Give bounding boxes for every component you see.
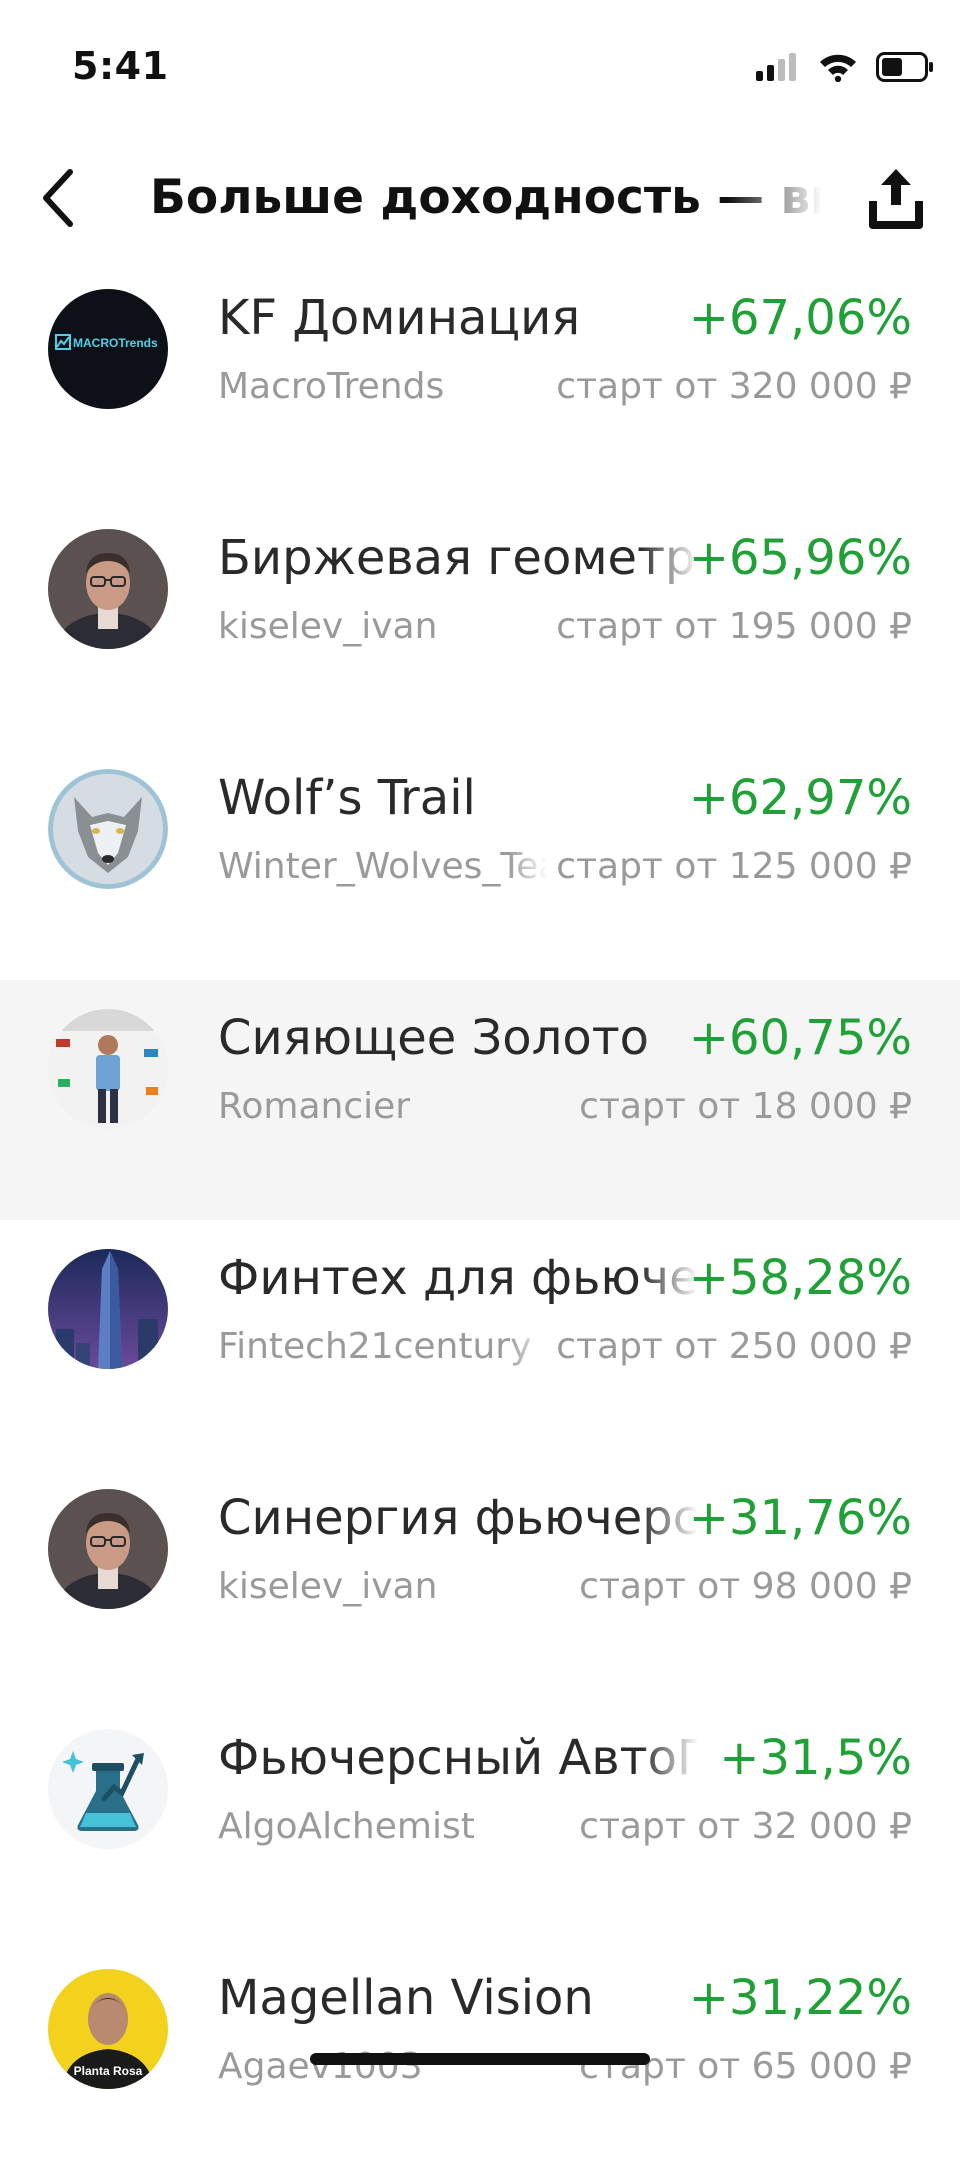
avatar xyxy=(48,1249,168,1369)
strategy-start-amount: старт от 320 000 ₽ xyxy=(556,366,912,407)
strategy-author: kiselev_ivan xyxy=(218,606,438,647)
strategy-name: Сияющее Золото xyxy=(218,1010,650,1066)
avatar xyxy=(48,1729,168,1849)
strategy-author: AlgoAlchemist xyxy=(218,1806,475,1847)
list-item[interactable]: Фьючерсный АвтоПилот AlgoAlchemist +31,5… xyxy=(0,1700,960,1940)
strategy-name: Wolf’s Trail xyxy=(218,770,476,826)
strategy-name: KF Доминация xyxy=(218,290,581,346)
strategy-author: Fintech21century xyxy=(218,1326,532,1367)
strategy-name: Фьючерсный АвтоПилот xyxy=(218,1730,698,1786)
strategy-list: MACROTrends KF Доминация MacroTrends +67… xyxy=(0,260,960,2180)
strategy-yield: +65,96% xyxy=(688,530,912,586)
nav-bar: Больше доходность — выше риск xyxy=(0,140,960,260)
strategy-author: Romancier xyxy=(218,1086,411,1127)
strategy-start-amount: старт от 195 000 ₽ xyxy=(556,606,912,647)
list-item[interactable]: Финтех для фьючерсов Fintech21century +5… xyxy=(0,1220,960,1460)
strategy-yield: +31,5% xyxy=(719,1730,912,1786)
status-bar: 5:41 xyxy=(0,0,960,140)
strategy-start-amount: старт от 250 000 ₽ xyxy=(556,1326,912,1367)
avatar xyxy=(48,1009,168,1129)
avatar: Planta Rosa xyxy=(48,1969,168,2089)
strategy-name: Финтех для фьючерсов xyxy=(218,1250,698,1306)
avatar xyxy=(48,1489,168,1609)
strategy-yield: +31,76% xyxy=(688,1490,912,1546)
strategy-name: Биржевая геометрия xyxy=(218,530,698,586)
strategy-yield: +62,97% xyxy=(688,770,912,826)
strategy-start-amount: старт от 32 000 ₽ xyxy=(579,1806,912,1847)
avatar xyxy=(48,769,168,889)
strategy-name: Синергия фьючерсов xyxy=(218,1490,698,1546)
strategy-start-amount: старт от 125 000 ₽ xyxy=(556,846,912,887)
cellular-signal-icon xyxy=(756,53,800,85)
strategy-name: Magellan Vision xyxy=(218,1970,594,2026)
avatar: MACROTrends xyxy=(48,289,168,409)
strategy-author: kiselev_ivan xyxy=(218,1566,438,1607)
strategy-start-amount: старт от 18 000 ₽ xyxy=(579,1086,912,1127)
strategy-author: MacroTrends xyxy=(218,366,445,407)
strategy-yield: +67,06% xyxy=(688,290,912,346)
status-time: 5:41 xyxy=(72,44,169,88)
wifi-icon xyxy=(818,52,858,86)
list-item[interactable]: MACROTrends KF Доминация MacroTrends +67… xyxy=(0,260,960,500)
chevron-left-icon xyxy=(38,166,78,234)
back-button[interactable] xyxy=(26,162,90,238)
status-icons xyxy=(756,52,934,86)
page-title: Больше доходность — выше риск xyxy=(150,170,822,225)
strategy-yield: +60,75% xyxy=(688,1010,912,1066)
list-item[interactable]: Биржевая геометрия kiselev_ivan +65,96% … xyxy=(0,500,960,740)
avatar xyxy=(48,529,168,649)
battery-icon xyxy=(876,52,934,86)
share-button[interactable] xyxy=(860,160,932,240)
strategy-yield: +58,28% xyxy=(688,1250,912,1306)
avatar-logo-text: MACROTrends xyxy=(73,336,158,350)
strategy-yield: +31,22% xyxy=(688,1970,912,2026)
list-item[interactable]: Сияющее Золото Romancier +60,75% старт о… xyxy=(0,980,960,1220)
home-indicator[interactable] xyxy=(310,2053,650,2065)
list-item[interactable]: Синергия фьючерсов kiselev_ivan +31,76% … xyxy=(0,1460,960,1700)
share-upload-icon xyxy=(865,165,927,235)
avatar-shirt-text: Planta Rosa xyxy=(74,2064,143,2078)
list-item[interactable]: Wolf’s Trail Winter_Wolves_Team +62,97% … xyxy=(0,740,960,980)
strategy-author: Winter_Wolves_Team xyxy=(218,846,548,887)
strategy-start-amount: старт от 98 000 ₽ xyxy=(579,1566,912,1607)
